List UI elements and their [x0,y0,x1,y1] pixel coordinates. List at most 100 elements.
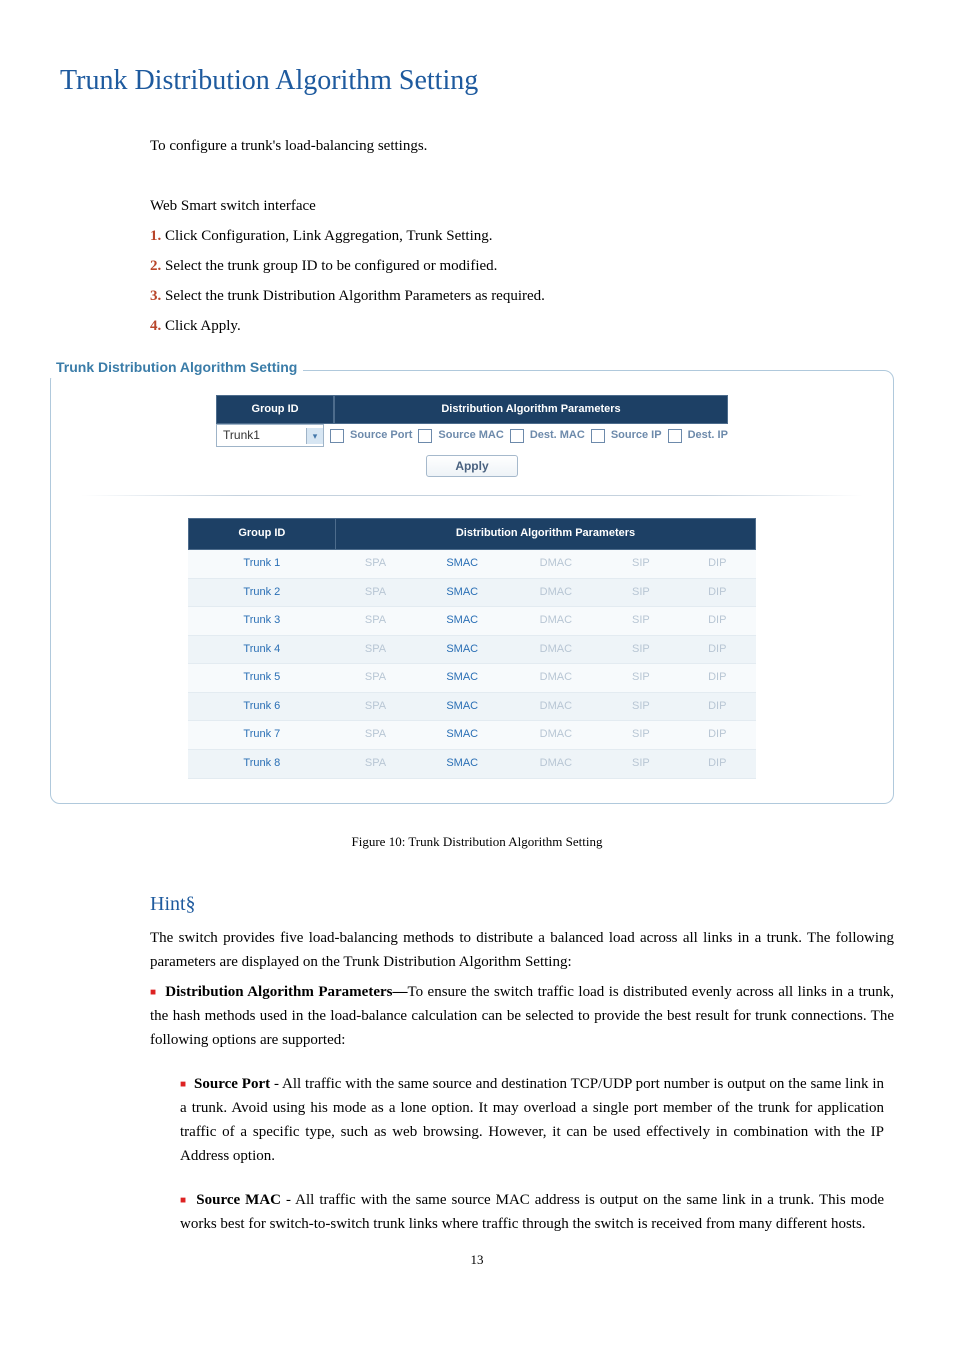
page-number: 13 [60,1250,894,1271]
cell-sip: SIP [603,635,679,664]
step-2-num: 2. [150,258,161,274]
cell-dip: DIP [679,664,756,693]
sp-label: Source Port [194,1076,270,1092]
cell-group: Trunk 4 [188,635,335,664]
cell-dmac: DMAC [509,664,603,693]
step-1-text: Click Configuration, Link Aggregation, T… [161,228,492,244]
checkbox-dest-mac[interactable] [510,429,524,443]
table-row: Trunk 8SPASMACDMACSIPDIP [188,750,755,779]
intro-text: To configure a trunk's load-balancing se… [150,134,894,158]
cell-group: Trunk 6 [188,692,335,721]
hint-source-port: ■ Source Port - All traffic with the sam… [180,1072,884,1168]
apply-button[interactable]: Apply [426,455,517,477]
cell-dmac: DMAC [509,549,603,578]
cell-dmac: DMAC [509,607,603,636]
cell-sip: SIP [603,750,679,779]
cell-sip: SIP [603,664,679,693]
label-source-port: Source Port [350,427,412,445]
cell-dip: DIP [679,721,756,750]
cell-group: Trunk 5 [188,664,335,693]
cell-dip: DIP [679,607,756,636]
step-1: 1. Click Configuration, Link Aggregation… [150,224,894,248]
sp-text: - All traffic with the same source and d… [180,1076,884,1164]
cell-smac: SMAC [416,549,509,578]
label-dest-ip: Dest. IP [688,427,728,445]
cell-smac: SMAC [416,692,509,721]
cell-group: Trunk 3 [188,607,335,636]
bullet-icon: ■ [180,1079,186,1090]
cell-sip: SIP [603,578,679,607]
cell-dmac: DMAC [509,721,603,750]
label-dest-mac: Dest. MAC [530,427,585,445]
group-id-select[interactable]: Trunk1 ▾ [216,424,324,447]
cell-dmac: DMAC [509,578,603,607]
cell-group: Trunk 2 [188,578,335,607]
cell-spa: SPA [335,692,415,721]
cell-sip: SIP [603,549,679,578]
cell-spa: SPA [335,635,415,664]
table-row: Trunk 1SPASMACDMACSIPDIP [188,549,755,578]
table-row: Trunk 7SPASMACDMACSIPDIP [188,721,755,750]
checkbox-source-port[interactable] [330,429,344,443]
cell-spa: SPA [335,578,415,607]
config-header-params: Distribution Algorithm Parameters [334,395,728,425]
table-row: Trunk 6SPASMACDMACSIPDIP [188,692,755,721]
cell-dip: DIP [679,549,756,578]
chevron-down-icon: ▾ [306,428,323,444]
table-header-group: Group ID [188,519,335,550]
figure-caption: Figure 10: Trunk Distribution Algorithm … [60,832,894,853]
cell-smac: SMAC [416,635,509,664]
panel-container: Group ID Distribution Algorithm Paramete… [50,370,894,804]
checkbox-dest-ip[interactable] [668,429,682,443]
cell-smac: SMAC [416,721,509,750]
cell-spa: SPA [335,721,415,750]
cell-group: Trunk 1 [188,549,335,578]
checkbox-source-mac[interactable] [418,429,432,443]
cell-dmac: DMAC [509,635,603,664]
dap-label: Distribution Algorithm Parameters— [165,984,407,1000]
table-row: Trunk 5SPASMACDMACSIPDIP [188,664,755,693]
cell-dip: DIP [679,635,756,664]
cell-smac: SMAC [416,750,509,779]
label-source-mac: Source MAC [438,427,503,445]
cell-smac: SMAC [416,664,509,693]
cell-dip: DIP [679,750,756,779]
bullet-icon: ■ [180,1195,187,1206]
bullet-icon: ■ [150,987,157,998]
panel-legend: Trunk Distribution Algorithm Setting [50,356,303,378]
step-4-num: 4. [150,318,161,334]
step-4: 4. Click Apply. [150,314,894,338]
page-title: Trunk Distribution Algorithm Setting [60,59,894,104]
sm-label: Source MAC [196,1192,281,1208]
cell-dip: DIP [679,578,756,607]
hint-dap: ■ Distribution Algorithm Parameters—To e… [150,980,894,1052]
divider [81,495,863,496]
trunk-table: Group ID Distribution Algorithm Paramete… [188,518,756,778]
cell-spa: SPA [335,664,415,693]
web-smart-line: Web Smart switch interface [150,194,894,218]
config-header-group: Group ID [216,395,334,425]
label-source-ip: Source IP [611,427,662,445]
hint-title: Hint§ [150,888,894,920]
cell-group: Trunk 8 [188,750,335,779]
step-2: 2. Select the trunk group ID to be confi… [150,254,894,278]
cell-smac: SMAC [416,578,509,607]
cell-spa: SPA [335,607,415,636]
cell-sip: SIP [603,692,679,721]
cell-dmac: DMAC [509,692,603,721]
step-2-text: Select the trunk group ID to be configur… [161,258,497,274]
hint-intro: The switch provides five load-balancing … [150,926,894,974]
cell-sip: SIP [603,607,679,636]
sm-text: - All traffic with the same source MAC a… [180,1192,884,1232]
step-3-text: Select the trunk Distribution Algorithm … [161,288,545,304]
hint-source-mac: ■ Source MAC - All traffic with the same… [180,1188,884,1236]
table-row: Trunk 4SPASMACDMACSIPDIP [188,635,755,664]
cell-group: Trunk 7 [188,721,335,750]
table-row: Trunk 3SPASMACDMACSIPDIP [188,607,755,636]
cell-spa: SPA [335,750,415,779]
cell-dip: DIP [679,692,756,721]
group-id-selected-value: Trunk1 [223,426,260,445]
checkbox-source-ip[interactable] [591,429,605,443]
step-1-num: 1. [150,228,161,244]
step-4-text: Click Apply. [161,318,240,334]
